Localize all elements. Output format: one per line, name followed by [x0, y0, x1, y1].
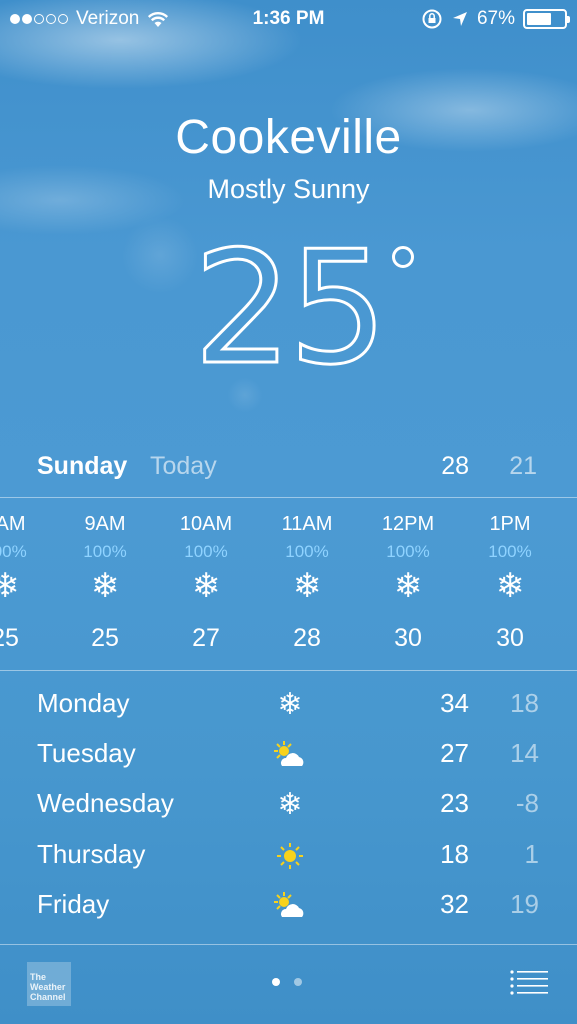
day-low: 18	[510, 688, 539, 718]
snow-icon: ❄	[191, 566, 221, 606]
page-dot[interactable]	[294, 978, 302, 986]
hour-time: 11AM	[281, 513, 333, 535]
orientation-lock-icon	[422, 9, 442, 29]
hourly-forecast-scroller[interactable]: 8AM 100% ❄ 25 9AM 100% ❄ 25 10AM 100% ❄ …	[0, 500, 577, 670]
daily-row-thursday: Thursday 18 1	[0, 834, 577, 878]
day-low: 1	[524, 839, 539, 869]
partly-cloudy-icon	[274, 892, 304, 917]
today-day-name: Sunday	[37, 452, 128, 480]
day-low: 14	[510, 738, 539, 768]
city-name: Cookeville	[175, 111, 402, 164]
page-dot[interactable]	[272, 978, 280, 986]
snow-icon: ❄	[277, 687, 303, 722]
today-low: 21	[509, 452, 537, 480]
battery-icon	[523, 9, 570, 29]
snow-icon: ❄	[90, 566, 120, 606]
today-label: Today	[150, 452, 217, 480]
daily-row-friday: Friday 32 19	[0, 884, 577, 928]
snow-icon: ❄	[495, 566, 525, 606]
degree-symbol	[392, 246, 414, 268]
snow-icon: ❄	[277, 787, 303, 822]
hour-precip: 100%	[386, 542, 430, 561]
divider	[0, 670, 577, 671]
day-low: -8	[515, 788, 539, 818]
hour-temp: 30	[496, 624, 524, 652]
hour-precip: 100%	[0, 542, 27, 561]
day-low: 19	[510, 889, 539, 919]
hour-temp: 25	[0, 624, 19, 652]
daily-row-monday: Monday ❄ 34 18	[0, 683, 577, 727]
current-temperature: 25	[192, 217, 389, 399]
logo-text-line: Channel	[30, 992, 66, 1002]
status-bar: Verizon 1:36 PM 67%	[0, 0, 577, 38]
daily-row-tuesday: Tuesday 27 14	[0, 733, 577, 777]
day-high: 27	[440, 738, 469, 768]
day-high: 32	[440, 889, 469, 919]
page-indicator[interactable]	[272, 978, 302, 986]
logo-text-line: The	[30, 972, 47, 982]
day-name: Friday	[37, 889, 110, 919]
status-bar-right: 67%	[421, 8, 570, 30]
hour-precip: 100%	[184, 542, 228, 561]
hour-time: 9AM	[84, 513, 126, 535]
partly-cloudy-icon	[274, 741, 304, 766]
snow-icon: ❄	[393, 566, 423, 606]
current-temperature-block: 25	[0, 217, 577, 399]
battery-percent: 67%	[476, 8, 515, 29]
day-name: Monday	[37, 688, 130, 718]
day-name: Tuesday	[37, 738, 136, 768]
hour-time: 12PM	[381, 513, 435, 535]
hour-temp: 27	[192, 624, 220, 652]
city-list-button[interactable]	[508, 968, 550, 998]
today-summary-row: Sunday Today 28 21	[0, 450, 577, 486]
day-high: 18	[440, 839, 469, 869]
today-high: 28	[441, 452, 469, 480]
battery-level	[527, 13, 552, 25]
hour-time: 1PM	[489, 513, 531, 535]
day-name: Wednesday	[37, 788, 174, 818]
hour-precip: 100%	[488, 542, 532, 561]
hour-time: 10AM	[179, 513, 233, 535]
hour-precip: 100%	[83, 542, 127, 561]
hour-time: 8AM	[0, 513, 26, 535]
weather-condition: Mostly Sunny	[207, 174, 370, 204]
weather-channel-logo[interactable]: The Weather Channel	[27, 962, 71, 1006]
hour-temp: 30	[394, 624, 422, 652]
hour-temp: 28	[293, 624, 321, 652]
day-name: Thursday	[37, 839, 146, 869]
divider	[0, 497, 577, 498]
sun-icon	[277, 843, 303, 869]
snow-icon: ❄	[0, 566, 20, 606]
divider	[0, 944, 577, 945]
hour-precip: 100%	[285, 542, 329, 561]
logo-text-line: Weather	[30, 982, 66, 992]
daily-row-wednesday: Wednesday ❄ 23 -8	[0, 783, 577, 827]
snow-icon: ❄	[292, 566, 322, 606]
location-arrow-icon	[452, 12, 467, 26]
day-high: 34	[440, 688, 469, 718]
day-high: 23	[440, 788, 469, 818]
hour-temp: 25	[91, 624, 119, 652]
